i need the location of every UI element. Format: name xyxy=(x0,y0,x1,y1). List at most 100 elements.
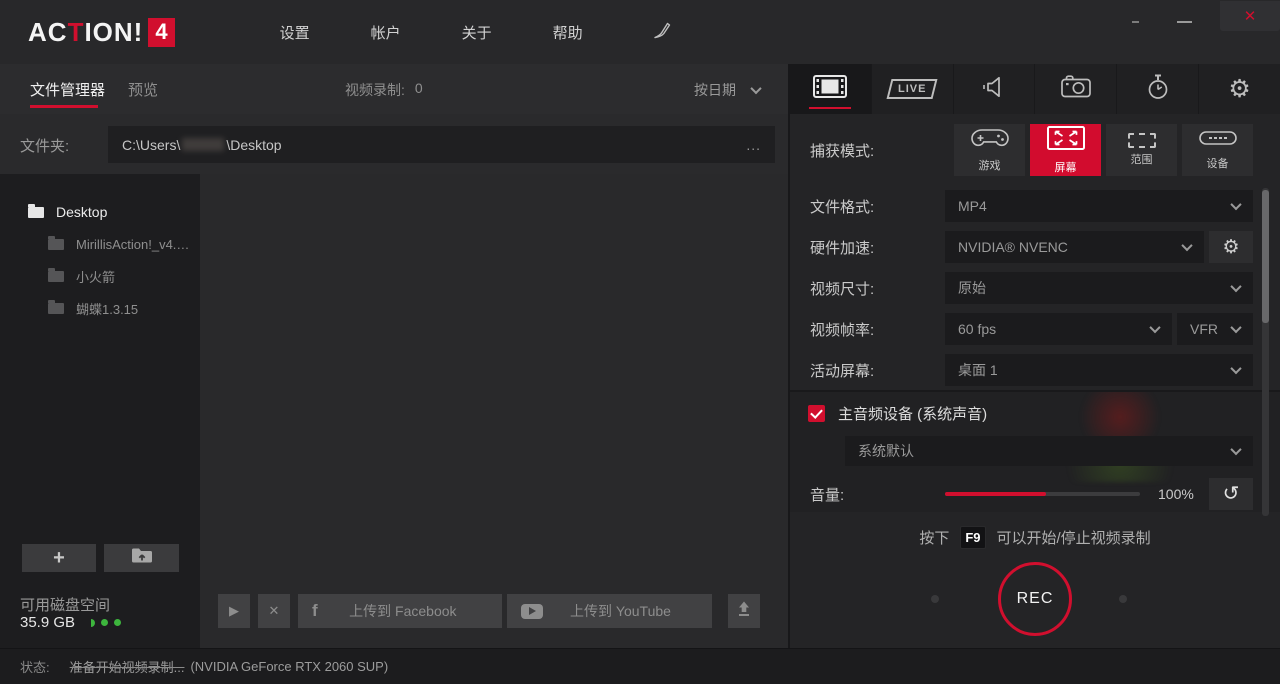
chevron-down-icon xyxy=(1181,240,1192,251)
live-icon: LIVE xyxy=(887,79,938,99)
sort-by-dropdown[interactable]: 按日期 xyxy=(694,80,760,100)
pen-tool-button[interactable] xyxy=(651,19,673,46)
upload-youtube-button[interactable]: 上传到 YouTube xyxy=(507,594,712,628)
gear-icon: ⚙ xyxy=(1222,238,1239,257)
decor-dot xyxy=(1119,595,1127,603)
status-text: 准备开始视频录制... xyxy=(70,657,185,676)
capture-mode-buttons: 游戏 屏幕 范围 设备 xyxy=(954,124,1253,176)
tree-item-butterfly[interactable]: 蝴蝶1.3.15 xyxy=(0,292,200,324)
file-format-label: 文件格式: xyxy=(810,196,945,217)
tab-file-manager[interactable]: 文件管理器 xyxy=(30,79,105,100)
active-tab-underline xyxy=(30,105,98,108)
menu-settings[interactable]: 设置 xyxy=(279,22,311,43)
primary-audio-checkbox[interactable] xyxy=(808,405,825,422)
action-app-window: ACTION! 4 设置 帐户 关于 帮助 ✕ 文件管理器 预览 视频录制: xyxy=(0,0,1280,684)
delete-button[interactable]: ✕ xyxy=(258,594,290,628)
upload-file-button[interactable] xyxy=(728,594,760,628)
folder-path-row: 文件夹: C:\Users\\Desktop ... xyxy=(0,114,788,174)
primary-audio-label: 主音频设备 (系统声音) xyxy=(838,403,987,424)
browse-folder-button[interactable]: ... xyxy=(746,137,761,153)
hint-pre: 按下 xyxy=(919,527,949,548)
upload-arrow-icon xyxy=(737,601,751,622)
capture-mode-screen[interactable]: 屏幕 xyxy=(1030,124,1101,176)
logo-ac: AC xyxy=(28,17,68,47)
status-gpu: (NVIDIA GeForce RTX 2060 SUP) xyxy=(190,659,388,674)
audio-device-dropdown[interactable]: 系统默认 xyxy=(845,436,1253,466)
capture-mode-device[interactable]: 设备 xyxy=(1182,124,1253,176)
menu-about[interactable]: 关于 xyxy=(461,22,493,43)
chevron-down-icon xyxy=(1230,322,1241,333)
hw-accel-settings-button[interactable]: ⚙ xyxy=(1209,231,1253,263)
recordings-label: 视频录制: xyxy=(345,80,405,100)
logo-ion: ION! xyxy=(84,17,143,47)
audio-device-value: 系统默认 xyxy=(858,441,914,461)
active-screen-dropdown[interactable]: 桌面 1 xyxy=(945,354,1253,386)
menu-account[interactable]: 帐户 xyxy=(370,22,402,43)
reset-icon: ↺ xyxy=(1223,484,1240,504)
framerate-dropdown[interactable]: 60 fps xyxy=(945,313,1172,345)
tree-item-mirillis[interactable]: MirillisAction!_v4.3.1... xyxy=(0,228,200,260)
logo-t: T xyxy=(68,17,85,47)
capture-mode-region[interactable]: 范围 xyxy=(1106,124,1177,176)
primary-audio-row: 主音频设备 (系统声音) xyxy=(808,403,987,424)
tab-live-streaming[interactable]: LIVE xyxy=(872,64,954,114)
tab-screenshots[interactable] xyxy=(1035,64,1117,114)
video-size-dropdown[interactable]: 原始 xyxy=(945,272,1253,304)
play-button[interactable]: ▶ xyxy=(218,594,250,628)
stopwatch-icon xyxy=(1146,74,1170,105)
minimize-icon[interactable] xyxy=(1177,21,1192,23)
capture-mode-game[interactable]: 游戏 xyxy=(954,124,1025,176)
recordings-count: 0 xyxy=(415,80,423,100)
disk-space-value: 35.9 GB xyxy=(20,614,75,631)
minimize-to-tray-icon[interactable] xyxy=(1132,21,1139,23)
hw-accel-dropdown[interactable]: NVIDIA® NVENC xyxy=(945,231,1204,263)
chevron-down-icon xyxy=(750,83,761,94)
upload-facebook-label: 上传到 Facebook xyxy=(318,601,488,621)
rec-button[interactable]: REC xyxy=(998,562,1072,636)
volume-slider[interactable] xyxy=(945,492,1140,496)
tree-item-desktop[interactable]: Desktop xyxy=(0,196,200,228)
tree-item-rocket[interactable]: 小火箭 xyxy=(0,260,200,292)
framerate-row: 视频帧率: 60 fps VFR xyxy=(810,313,1253,345)
tab-preview[interactable]: 预览 xyxy=(128,79,158,100)
youtube-icon xyxy=(521,604,543,619)
chevron-down-icon xyxy=(1149,322,1160,333)
volume-row: 音量: 100% ↺ xyxy=(810,478,1253,510)
upload-facebook-button[interactable]: f 上传到 Facebook xyxy=(298,594,502,628)
folder-icon xyxy=(48,239,64,250)
framerate-mode-dropdown[interactable]: VFR xyxy=(1177,313,1253,345)
folder-upload-icon xyxy=(131,547,153,569)
chevron-down-icon xyxy=(1230,363,1241,374)
settings-scrollbar[interactable] xyxy=(1262,188,1269,516)
close-button[interactable]: ✕ xyxy=(1220,1,1280,31)
volume-slider-fill xyxy=(945,492,1046,496)
pen-icon xyxy=(651,19,673,46)
tab-benchmark[interactable] xyxy=(1117,64,1199,114)
import-folder-button[interactable] xyxy=(104,544,179,572)
framerate-mode-value: VFR xyxy=(1190,321,1218,337)
volume-label: 音量: xyxy=(810,484,945,505)
play-icon: ▶ xyxy=(229,603,239,619)
tab-video-recording[interactable] xyxy=(790,64,872,114)
logo-version-badge: 4 xyxy=(148,18,174,47)
recordings-counter: 视频录制: 0 xyxy=(345,80,423,100)
logo-text: ACTION! xyxy=(28,17,143,48)
scrollbar-thumb[interactable] xyxy=(1262,190,1269,323)
screen-arrows-icon xyxy=(1046,125,1086,156)
video-settings: 文件格式: MP4 硬件加速: NVIDIA® NVENC ⚙ 视频尺寸: xyxy=(790,190,1280,395)
active-screen-value: 桌面 1 xyxy=(958,360,998,380)
folder-path-input[interactable]: C:\Users\\Desktop ... xyxy=(108,126,775,163)
disk-space-row: 35.9 GB xyxy=(20,614,121,631)
audio-section: 主音频设备 (系统声音) 系统默认 音量: 100% ↺ xyxy=(790,392,1280,512)
file-format-dropdown[interactable]: MP4 xyxy=(945,190,1253,222)
tab-audio-recording[interactable] xyxy=(954,64,1036,114)
menu-help[interactable]: 帮助 xyxy=(552,22,584,43)
file-list-area: ▶ ✕ f 上传到 Facebook 上传到 YouTube xyxy=(200,174,788,648)
action-logo: ACTION! 4 xyxy=(28,17,175,48)
title-bar: ACTION! 4 设置 帐户 关于 帮助 ✕ xyxy=(0,0,1280,64)
hw-accel-label: 硬件加速: xyxy=(810,237,945,258)
folder-icon xyxy=(28,207,44,218)
volume-reset-button[interactable]: ↺ xyxy=(1209,478,1253,510)
add-folder-button[interactable]: + xyxy=(22,544,96,572)
tab-settings[interactable]: ⚙ xyxy=(1199,64,1280,114)
